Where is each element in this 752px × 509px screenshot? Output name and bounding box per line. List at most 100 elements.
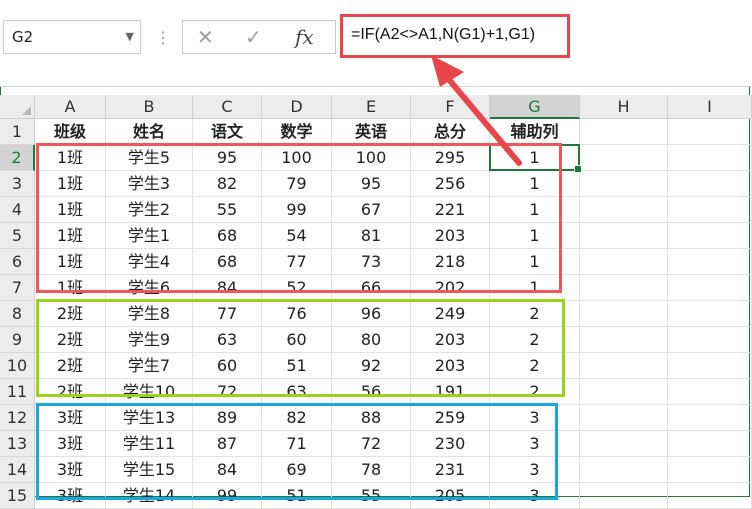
- data-cell[interactable]: 55: [332, 483, 411, 509]
- data-cell[interactable]: 3班: [35, 431, 106, 457]
- data-cell[interactable]: 学生9: [106, 327, 193, 353]
- data-cell[interactable]: 205: [411, 483, 490, 509]
- data-cell[interactable]: 51: [262, 353, 332, 379]
- data-cell[interactable]: 1: [490, 223, 580, 249]
- header-cell[interactable]: 英语: [332, 119, 411, 145]
- empty-cell[interactable]: [668, 197, 752, 223]
- data-cell[interactable]: 82: [262, 405, 332, 431]
- data-cell[interactable]: 51: [262, 483, 332, 509]
- data-cell[interactable]: 1班: [35, 223, 106, 249]
- data-cell[interactable]: 72: [193, 379, 262, 405]
- empty-cell[interactable]: [668, 119, 752, 145]
- header-cell[interactable]: 总分: [411, 119, 490, 145]
- data-cell[interactable]: 78: [332, 457, 411, 483]
- data-cell[interactable]: 3: [490, 405, 580, 431]
- data-cell[interactable]: 2班: [35, 379, 106, 405]
- data-cell[interactable]: 82: [193, 171, 262, 197]
- data-cell[interactable]: 1: [490, 197, 580, 223]
- data-cell[interactable]: 60: [193, 353, 262, 379]
- data-cell[interactable]: 73: [332, 249, 411, 275]
- column-header-b[interactable]: B: [106, 95, 193, 119]
- data-cell[interactable]: 295: [411, 145, 490, 171]
- data-cell[interactable]: 203: [411, 353, 490, 379]
- data-cell[interactable]: 1班: [35, 275, 106, 301]
- column-header-e[interactable]: E: [332, 95, 411, 119]
- data-cell[interactable]: 学生10: [106, 379, 193, 405]
- data-cell[interactable]: 68: [193, 249, 262, 275]
- data-cell[interactable]: 学生5: [106, 145, 193, 171]
- data-cell[interactable]: 63: [193, 327, 262, 353]
- data-cell[interactable]: 100: [262, 145, 332, 171]
- data-cell[interactable]: 230: [411, 431, 490, 457]
- data-cell[interactable]: 学生6: [106, 275, 193, 301]
- data-cell[interactable]: 55: [193, 197, 262, 223]
- data-cell[interactable]: 2班: [35, 301, 106, 327]
- row-header-12[interactable]: 12: [0, 405, 35, 431]
- data-cell[interactable]: 1: [490, 249, 580, 275]
- empty-cell[interactable]: [580, 405, 668, 431]
- column-header-a[interactable]: A: [35, 95, 106, 119]
- data-cell[interactable]: 52: [262, 275, 332, 301]
- empty-cell[interactable]: [580, 327, 668, 353]
- row-header-7[interactable]: 7: [0, 275, 35, 301]
- empty-cell[interactable]: [668, 457, 752, 483]
- empty-cell[interactable]: [580, 249, 668, 275]
- data-cell[interactable]: 学生7: [106, 353, 193, 379]
- data-cell[interactable]: 77: [262, 249, 332, 275]
- data-cell[interactable]: 81: [332, 223, 411, 249]
- row-header-13[interactable]: 13: [0, 431, 35, 457]
- data-cell[interactable]: 54: [262, 223, 332, 249]
- data-cell[interactable]: 191: [411, 379, 490, 405]
- data-cell[interactable]: 76: [262, 301, 332, 327]
- header-cell[interactable]: 数学: [262, 119, 332, 145]
- data-cell[interactable]: 203: [411, 223, 490, 249]
- data-cell[interactable]: 3: [490, 483, 580, 509]
- data-cell[interactable]: 2班: [35, 327, 106, 353]
- column-header-h[interactable]: H: [580, 95, 668, 119]
- data-cell[interactable]: 99: [262, 197, 332, 223]
- data-cell[interactable]: 2: [490, 301, 580, 327]
- data-cell[interactable]: 259: [411, 405, 490, 431]
- chevron-down-icon[interactable]: ▼: [126, 30, 134, 43]
- data-cell[interactable]: 67: [332, 197, 411, 223]
- empty-cell[interactable]: [668, 275, 752, 301]
- data-cell[interactable]: 69: [262, 457, 332, 483]
- data-cell[interactable]: 1班: [35, 145, 106, 171]
- formula-input[interactable]: =IF(A2<>A1,N(G1)+1,G1): [340, 14, 570, 58]
- data-cell[interactable]: 1班: [35, 171, 106, 197]
- header-cell[interactable]: 姓名: [106, 119, 193, 145]
- empty-cell[interactable]: [580, 301, 668, 327]
- data-cell[interactable]: 3班: [35, 457, 106, 483]
- name-box[interactable]: G2 ▼: [3, 20, 141, 54]
- row-header-10[interactable]: 10: [0, 353, 35, 379]
- data-cell[interactable]: 56: [332, 379, 411, 405]
- data-cell[interactable]: 72: [332, 431, 411, 457]
- row-header-1[interactable]: 1: [0, 119, 35, 145]
- data-cell[interactable]: 学生1: [106, 223, 193, 249]
- data-cell[interactable]: 1: [490, 275, 580, 301]
- row-header-14[interactable]: 14: [0, 457, 35, 483]
- data-cell[interactable]: 学生11: [106, 431, 193, 457]
- empty-cell[interactable]: [668, 171, 752, 197]
- data-cell[interactable]: 95: [193, 145, 262, 171]
- data-cell[interactable]: 88: [332, 405, 411, 431]
- empty-cell[interactable]: [668, 353, 752, 379]
- column-header-f[interactable]: F: [411, 95, 490, 119]
- data-cell[interactable]: 96: [332, 301, 411, 327]
- drag-handle-icon[interactable]: ⋮: [155, 28, 172, 47]
- header-cell[interactable]: 辅助列: [490, 119, 580, 145]
- column-header-d[interactable]: D: [262, 95, 332, 119]
- data-cell[interactable]: 3班: [35, 405, 106, 431]
- empty-cell[interactable]: [668, 405, 752, 431]
- empty-cell[interactable]: [580, 223, 668, 249]
- row-header-9[interactable]: 9: [0, 327, 35, 353]
- column-header-g[interactable]: G: [490, 95, 580, 119]
- data-cell[interactable]: 3: [490, 431, 580, 457]
- data-cell[interactable]: 学生14: [106, 483, 193, 509]
- row-header-8[interactable]: 8: [0, 301, 35, 327]
- data-cell[interactable]: 68: [193, 223, 262, 249]
- row-header-5[interactable]: 5: [0, 223, 35, 249]
- row-header-2[interactable]: 2: [0, 145, 35, 171]
- data-cell[interactable]: 66: [332, 275, 411, 301]
- empty-cell[interactable]: [580, 379, 668, 405]
